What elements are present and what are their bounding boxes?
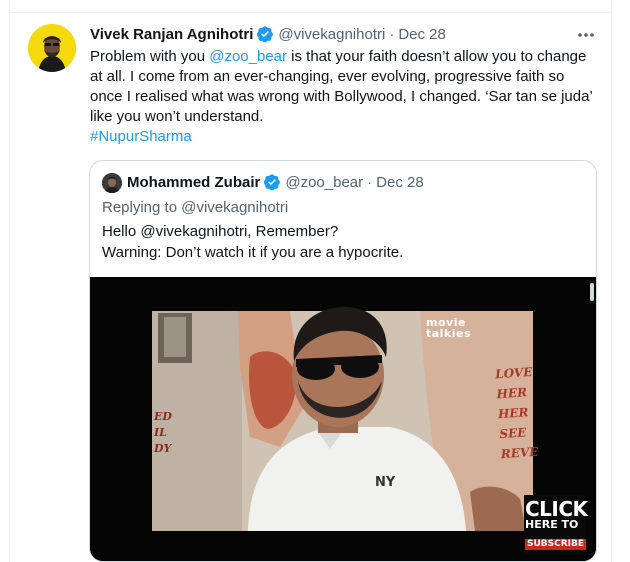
- tweet-text-part1: Problem with you: [90, 48, 210, 65]
- poster-right-line: LOVE: [494, 364, 533, 382]
- timeline-left-border: [9, 0, 10, 562]
- quoted-tweet-header: Mohammed Zubair @zoo_bear · Dec 28: [127, 173, 424, 191]
- tweet-date[interactable]: Dec 28: [398, 26, 446, 43]
- poster-text-left: ED IL DY: [154, 409, 172, 457]
- badge-subscribe-text: SUBSCRIBE: [525, 539, 587, 550]
- quoted-tweet-date: Dec 28: [376, 173, 424, 191]
- poster-text-right: LOVE HER HER SEE REVE: [495, 362, 539, 464]
- poster-right-line: HER: [496, 385, 528, 402]
- poster-left-line: ED: [154, 410, 172, 423]
- author-avatar[interactable]: [28, 24, 76, 72]
- poster-left-line: IL: [154, 426, 167, 439]
- replying-to-label: Replying to @vivekagnihotri: [102, 199, 289, 216]
- verified-badge-icon: [264, 174, 281, 191]
- quoted-tweet-body: Hello @vivekagnihotri, Remember? Warning…: [102, 221, 582, 263]
- quoted-text-line1: Hello @vivekagnihotri, Remember?: [102, 223, 339, 240]
- tweet-body: Problem with you @zoo_bear is that your …: [90, 47, 600, 127]
- author-handle[interactable]: @vivekagnihotri: [278, 26, 385, 43]
- video-player[interactable]: movie talkies LOVE HER HER SEE REVE ED I…: [90, 277, 596, 561]
- hashtag-link[interactable]: #NupurSharma: [90, 128, 192, 145]
- badge-here-to-text: HERE TO: [525, 518, 579, 531]
- verified-badge-icon: [257, 26, 274, 43]
- badge-click-text: CLICK: [525, 497, 588, 521]
- quoted-author-handle: @zoo_bear: [285, 173, 364, 191]
- author-name[interactable]: Vivek Ranjan Agnihotri: [90, 26, 253, 43]
- tweet-divider: [9, 12, 612, 13]
- more-horizontal-icon[interactable]: [575, 26, 597, 44]
- scrollbar-thumb[interactable]: [590, 283, 594, 301]
- timeline-right-border: [611, 0, 612, 562]
- quoted-header-separator: ·: [367, 173, 373, 191]
- poster-right-line: REVE: [500, 444, 539, 462]
- quoted-text-line2: Warning: Don’t watch it if you are a hyp…: [102, 244, 404, 261]
- channel-watermark: movie talkies: [426, 317, 471, 339]
- tweet-header: Vivek Ranjan Agnihotri @vivekagnihotri ·…: [90, 25, 446, 43]
- poster-right-line: SEE: [498, 425, 527, 442]
- quoted-author-avatar: [102, 173, 122, 193]
- watermark-line2: talkies: [426, 327, 472, 340]
- header-separator: ·: [389, 25, 395, 43]
- poster-right-line: HER: [497, 405, 529, 422]
- shirt-logo-text: NY: [375, 475, 396, 490]
- quoted-author-name: Mohammed Zubair: [127, 173, 261, 191]
- mention-link[interactable]: @zoo_bear: [209, 48, 287, 65]
- subscribe-badge[interactable]: CLICK HERE TO SUBSCRIBE: [525, 497, 588, 550]
- quoted-tweet-card[interactable]: Mohammed Zubair @zoo_bear · Dec 28 Reply…: [89, 160, 597, 562]
- poster-left-line: DY: [154, 442, 172, 455]
